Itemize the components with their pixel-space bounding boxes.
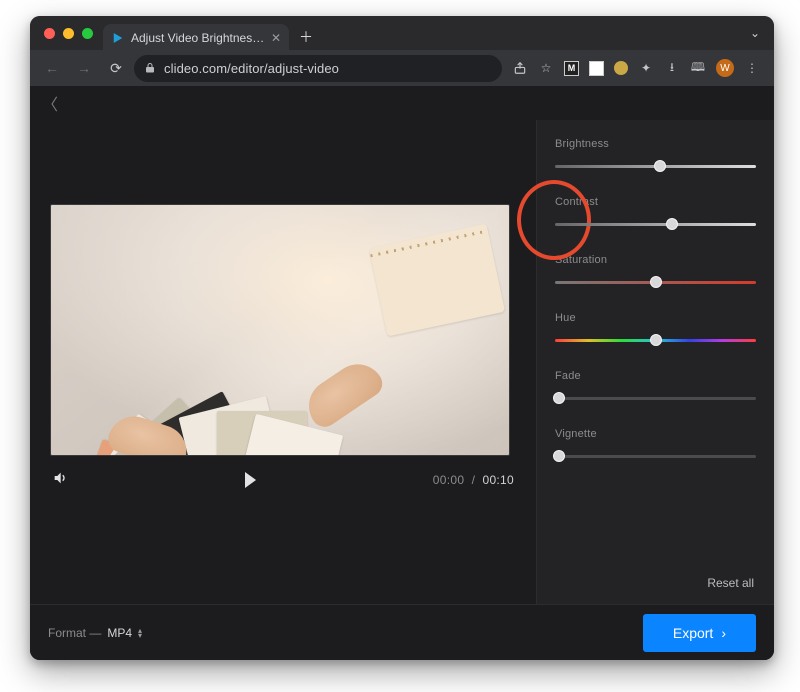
chevron-right-icon: › [721,625,726,641]
extensions-puzzle-icon[interactable]: ✦ [638,60,654,76]
lock-icon [144,62,156,74]
video-preview[interactable] [50,204,510,456]
time-current: 00:00 [433,473,465,487]
extension-checker-icon[interactable] [589,61,604,76]
brightness-label: Brightness [555,138,756,150]
contrast-label: Contrast [555,196,756,208]
maximize-window-button[interactable] [82,28,93,39]
extension-m-icon[interactable]: M [564,61,579,76]
browser-tab[interactable]: Adjust Video Brightness, Cont ✕ [103,24,289,52]
slider-thumb[interactable] [553,450,565,462]
saturation-label: Saturation [555,254,756,266]
star-icon[interactable]: ☆ [538,60,554,76]
slider-thumb[interactable] [666,218,678,230]
bottom-bar: Format — MP4 ▴▾ Export › [30,604,774,660]
browser-toolbar: ← → ⟳ clideo.com/editor/adjust-video ☆ M… [30,50,774,86]
preview-notebook [369,224,505,337]
chevron-updown-icon: ▴▾ [138,628,142,638]
hue-slider[interactable] [555,334,756,348]
browser-window: Adjust Video Brightness, Cont ✕ ＋ ⌄ ← → … [30,16,774,660]
export-button[interactable]: Export › [643,614,756,652]
format-prefix: Format — [48,626,101,640]
chrome-menu-icon[interactable]: ⋮ [744,60,760,76]
tab-close-icon[interactable]: ✕ [271,31,281,45]
reading-list-icon[interactable]: 🕮 [690,60,706,76]
nav-back-button[interactable]: ← [38,54,66,82]
nav-reload-button[interactable]: ⟳ [102,54,130,82]
tab-favicon [111,31,125,45]
timecode: 00:00 / 00:10 [433,473,514,487]
preview-pane: 00:00 / 00:10 [30,120,536,604]
fade-slider[interactable] [555,392,756,406]
export-label: Export [673,625,713,641]
hue-group: Hue [555,312,756,348]
contrast-slider[interactable] [555,218,756,232]
vignette-slider[interactable] [555,450,756,464]
window-controls[interactable] [44,16,93,50]
url-text: clideo.com/editor/adjust-video [164,61,492,76]
tab-title: Adjust Video Brightness, Cont [131,31,265,45]
play-icon [245,472,256,488]
tab-bar: Adjust Video Brightness, Cont ✕ ＋ ⌄ [30,16,774,50]
hue-label: Hue [555,312,756,324]
contrast-group: Contrast [555,196,756,232]
reset-all-button[interactable]: Reset all [555,572,756,596]
app-body: 00:00 / 00:10 Brightness [30,120,774,604]
slider-thumb[interactable] [650,276,662,288]
saturation-group: Saturation [555,254,756,290]
time-total: 00:10 [482,473,514,487]
brightness-group: Brightness [555,138,756,174]
profile-avatar[interactable]: W [716,59,734,77]
play-button[interactable] [68,472,433,488]
format-select[interactable]: MP4 ▴▾ [107,626,142,640]
slider-thumb[interactable] [654,160,666,172]
saturation-slider[interactable] [555,276,756,290]
minimize-window-button[interactable] [63,28,74,39]
preview-swatches [121,257,381,447]
download-icon[interactable]: ⭳ [664,60,680,76]
slider-thumb[interactable] [650,334,662,346]
toolbar-actions: ☆ M ✦ ⭳ 🕮 W ⋮ [506,59,766,77]
adjust-panel: Brightness Contrast Saturation [536,120,774,604]
tabs-dropdown-icon[interactable]: ⌄ [750,26,760,40]
vignette-label: Vignette [555,428,756,440]
brightness-slider[interactable] [555,160,756,174]
extension-circle-icon[interactable] [614,61,628,75]
fade-group: Fade [555,370,756,406]
slider-thumb[interactable] [553,392,565,404]
nav-forward-button[interactable]: → [70,54,98,82]
address-bar[interactable]: clideo.com/editor/adjust-video [134,55,502,82]
transport-bar: 00:00 / 00:10 [30,456,536,499]
app-content: 〈 [30,86,774,660]
volume-icon[interactable] [52,470,68,489]
new-tab-button[interactable]: ＋ [295,26,317,48]
format-value-text: MP4 [107,626,132,640]
fade-label: Fade [555,370,756,382]
app-back-button[interactable]: 〈 [42,91,58,115]
share-icon[interactable] [512,60,528,76]
app-header: 〈 [30,86,774,120]
close-window-button[interactable] [44,28,55,39]
vignette-group: Vignette [555,428,756,464]
